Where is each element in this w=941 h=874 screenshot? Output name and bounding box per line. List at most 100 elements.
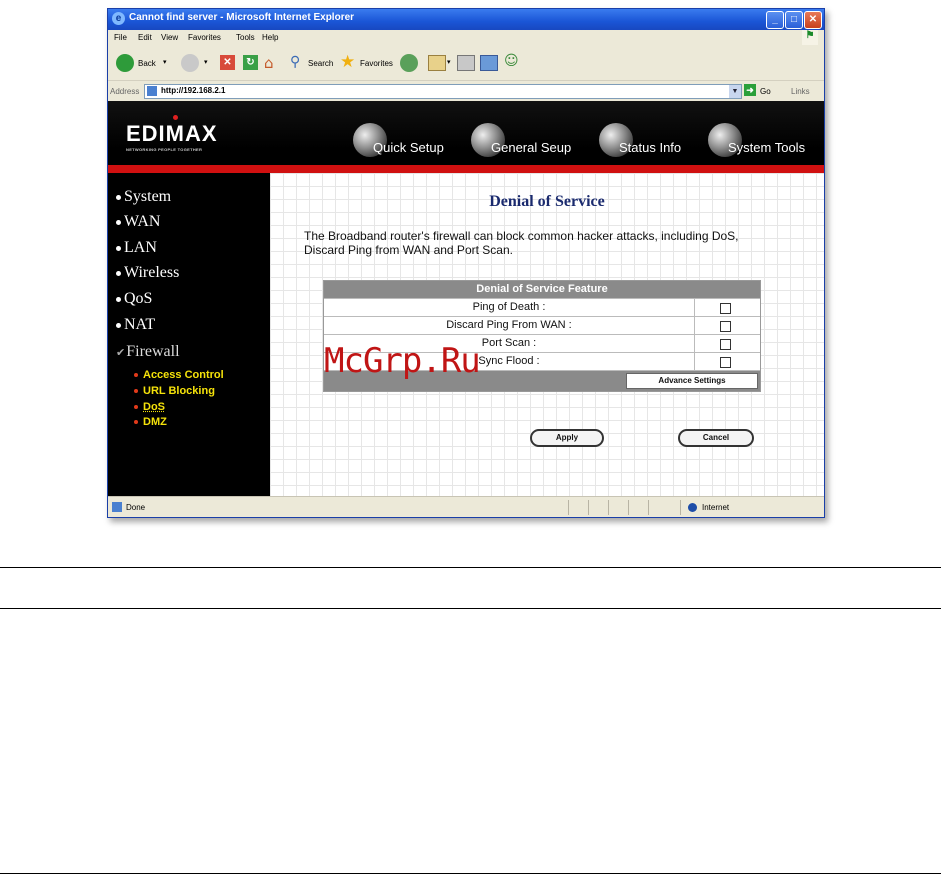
edit-icon[interactable] <box>480 55 498 71</box>
sidebar-item-qos[interactable]: QoS <box>116 290 152 308</box>
submenu-label[interactable]: Access Control <box>143 369 224 381</box>
search-icon[interactable]: ⚲ <box>290 54 306 70</box>
nav-status-info-label[interactable]: Status Info <box>619 140 681 155</box>
favorites-star-icon[interactable]: ★ <box>340 52 358 72</box>
favorites-label[interactable]: Favorites <box>360 59 393 68</box>
minimize-button[interactable]: _ <box>766 11 784 29</box>
sidebar-item-label[interactable]: Firewall <box>126 343 179 360</box>
toolbar: Back ▾ ▾ ✕ ↻ ⌂ ⚲ Search ★ Favorites ▾ ☺ <box>108 46 824 81</box>
close-button[interactable]: ✕ <box>804 11 822 29</box>
refresh-icon[interactable]: ↻ <box>243 55 258 70</box>
maximize-button[interactable]: □ <box>785 11 803 29</box>
nav-quick-setup-label[interactable]: Quick Setup <box>373 140 444 155</box>
discard-ping-checkbox[interactable] <box>720 321 731 332</box>
sidebar-item-label[interactable]: QoS <box>124 290 152 307</box>
bullet-icon <box>116 270 121 276</box>
bullet-icon <box>116 245 121 251</box>
status-bar: Done Internet <box>108 496 824 517</box>
ping-of-death-checkbox[interactable] <box>720 303 731 314</box>
print-icon[interactable] <box>457 55 475 71</box>
status-divider <box>608 500 609 515</box>
address-field[interactable]: http://192.168.2.1 ▼ <box>144 84 742 99</box>
row-checkbox-cell <box>695 353 760 370</box>
submenu-label[interactable]: DMZ <box>143 416 167 428</box>
sidebar-item-wireless[interactable]: Wireless <box>116 264 179 282</box>
sidebar-item-label[interactable]: LAN <box>124 239 157 256</box>
main-panel: Denial of Service The Broadband router's… <box>270 173 824 496</box>
status-divider <box>680 500 681 515</box>
sidebar-item-nat[interactable]: NAT <box>116 316 155 334</box>
sidebar: System WAN LAN Wireless QoS NAT ✔Firewal… <box>108 173 270 496</box>
submenu-dos[interactable]: DoS <box>134 401 165 413</box>
address-dropdown-icon[interactable]: ▼ <box>729 85 741 98</box>
port-scan-checkbox[interactable] <box>720 339 731 350</box>
search-label[interactable]: Search <box>308 59 333 68</box>
home-icon[interactable]: ⌂ <box>264 54 281 72</box>
watermark-text: McGrp.Ru <box>324 341 481 381</box>
submenu-access-control[interactable]: Access Control <box>134 369 224 381</box>
address-bar: Address http://192.168.2.1 ▼ ➜ Go Links <box>108 81 824 101</box>
sidebar-item-wan[interactable]: WAN <box>116 213 160 231</box>
menu-help[interactable]: Help <box>262 33 278 42</box>
mail-dropdown-icon[interactable]: ▾ <box>447 58 451 66</box>
menu-tools[interactable]: Tools <box>236 33 255 42</box>
cancel-button[interactable]: Cancel <box>678 429 754 447</box>
sub-bullet-icon <box>134 389 138 394</box>
page-title: Denial of Service <box>489 193 605 210</box>
row-label: Discard Ping From WAN : <box>324 317 695 334</box>
sidebar-item-firewall[interactable]: ✔Firewall <box>116 343 180 361</box>
page-icon <box>147 86 157 96</box>
sidebar-item-system[interactable]: System <box>116 188 171 206</box>
history-icon[interactable] <box>400 54 418 72</box>
submenu-label[interactable]: URL Blocking <box>143 385 215 397</box>
table-row-discard-ping: Discard Ping From WAN : <box>324 316 760 334</box>
nav-system-tools-label[interactable]: System Tools <box>728 140 805 155</box>
page-done-icon <box>112 502 122 512</box>
ie-icon: e <box>112 12 125 25</box>
logo-dot <box>173 115 178 120</box>
title-bar: e Cannot find server - Microsoft Interne… <box>108 9 824 30</box>
menu-file[interactable]: File <box>114 33 127 42</box>
stop-icon[interactable]: ✕ <box>220 55 235 70</box>
forward-arrow-icon[interactable] <box>181 54 199 72</box>
go-button[interactable]: Go <box>760 87 771 96</box>
sub-bullet-icon <box>134 420 138 425</box>
status-divider <box>648 500 649 515</box>
messenger-icon[interactable]: ☺ <box>504 53 522 71</box>
window-title: Cannot find server - Microsoft Internet … <box>129 12 355 23</box>
internet-globe-icon <box>688 503 697 512</box>
sidebar-item-label[interactable]: NAT <box>124 316 155 333</box>
sync-flood-checkbox[interactable] <box>720 357 731 368</box>
menu-edit[interactable]: Edit <box>138 33 152 42</box>
mail-icon[interactable] <box>428 55 446 71</box>
sidebar-item-lan[interactable]: LAN <box>116 239 157 257</box>
nav-general-setup-label[interactable]: General Seup <box>491 140 571 155</box>
row-label: Ping of Death : <box>324 299 695 316</box>
menu-view[interactable]: View <box>161 33 178 42</box>
address-url[interactable]: http://192.168.2.1 <box>161 86 225 95</box>
edimax-logo: EDIMAX <box>126 121 218 146</box>
sidebar-item-label[interactable]: Wireless <box>124 264 179 281</box>
status-text: Done <box>126 503 146 512</box>
page-description: The Broadband router's firewall can bloc… <box>304 229 739 257</box>
bullet-icon <box>116 322 121 328</box>
divider-line <box>0 608 941 609</box>
forward-dropdown-icon[interactable]: ▾ <box>204 58 208 66</box>
sidebar-item-label[interactable]: WAN <box>124 213 160 230</box>
status-divider <box>568 500 569 515</box>
links-button[interactable]: Links <box>791 87 810 96</box>
back-label[interactable]: Back <box>138 59 156 68</box>
bullet-icon <box>116 219 121 225</box>
menu-bar: File Edit View Favorites Tools Help ⚑ <box>108 30 824 47</box>
back-dropdown-icon[interactable]: ▾ <box>163 58 167 66</box>
back-arrow-icon[interactable] <box>116 54 134 72</box>
advance-settings-button[interactable]: Advance Settings <box>626 373 758 389</box>
submenu-dmz[interactable]: DMZ <box>134 416 167 428</box>
apply-button[interactable]: Apply <box>530 429 604 447</box>
go-arrow-icon[interactable]: ➜ <box>744 84 756 96</box>
sidebar-item-label[interactable]: System <box>124 188 171 205</box>
menu-favorites[interactable]: Favorites <box>188 33 221 42</box>
submenu-url-blocking[interactable]: URL Blocking <box>134 385 215 397</box>
sub-bullet-icon <box>134 405 138 410</box>
submenu-label[interactable]: DoS <box>143 401 165 413</box>
